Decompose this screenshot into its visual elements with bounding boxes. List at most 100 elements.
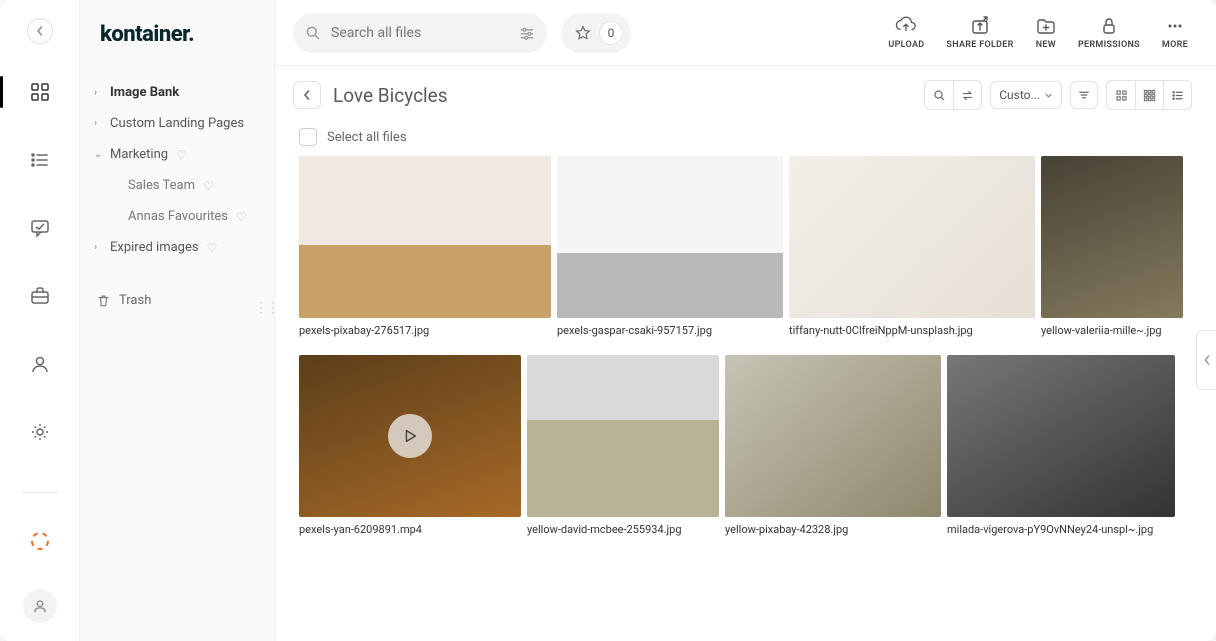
icon-rail — [0, 0, 80, 641]
top-actions: UPLOAD SHARE FOLDER NEW PERMISSIONS MORE — [888, 16, 1188, 50]
filter-icon[interactable] — [519, 25, 535, 41]
select-all-checkbox[interactable] — [299, 128, 317, 146]
custom-dropdown-label: Custo... — [999, 88, 1040, 102]
file-name: pexels-pixabay-276517.jpg — [299, 324, 551, 337]
chevron-icon: › — [94, 87, 104, 98]
share-folder-button[interactable]: SHARE FOLDER — [946, 16, 1013, 50]
grid-row: pexels-yan-6209891.mp4 yellow-david-mcbee… — [299, 355, 1192, 536]
rail-comment-icon[interactable] — [20, 208, 60, 248]
page-title: Love Bicycles — [333, 84, 448, 107]
heart-icon[interactable]: ♡ — [203, 179, 214, 193]
sidebar-resize-handle[interactable]: ⋮⋮ — [254, 300, 278, 316]
file-card[interactable]: yellow-david-mcbee-255934.jpg — [527, 355, 719, 536]
file-card[interactable]: milada-vigerova-pY9OvNNey24-unspl~.jpg — [947, 355, 1175, 536]
collapse-rail-button[interactable] — [27, 18, 53, 44]
file-name: pexels-gaspar-csaki-957157.jpg — [557, 324, 783, 337]
sidebar-item-label: Custom Landing Pages — [110, 116, 244, 131]
file-thumbnail[interactable] — [527, 355, 719, 517]
content-swap-button[interactable] — [953, 81, 981, 109]
file-card[interactable]: yellow-pixabay-42328.jpg — [725, 355, 941, 536]
rail-user-icon[interactable] — [20, 344, 60, 384]
view-grid-large-button[interactable] — [1107, 81, 1135, 109]
file-card[interactable]: yellow-valeriia-mille~.jpg — [1041, 156, 1183, 337]
upload-button[interactable]: UPLOAD — [888, 16, 924, 50]
heart-icon[interactable]: ♡ — [207, 241, 218, 255]
view-grid-small-button[interactable] — [1135, 81, 1163, 109]
file-name: tiffany-nutt-0ClfreiNppM-unsplash.jpg — [789, 324, 1035, 337]
file-thumbnail[interactable] — [299, 355, 521, 517]
trash-label: Trash — [119, 293, 151, 308]
sidebar-item[interactable]: Sales Team♡ — [88, 170, 266, 201]
file-name: yellow-david-mcbee-255934.jpg — [527, 523, 719, 536]
file-card[interactable]: pexels-gaspar-csaki-957157.jpg — [557, 156, 783, 337]
sidebar-item[interactable]: › Custom Landing Pages — [88, 108, 266, 139]
rail-list-icon[interactable] — [20, 140, 60, 180]
heart-icon[interactable]: ♡ — [176, 148, 187, 162]
folder-sidebar: kontainer. › Image Bank › Custom Landing Pa… — [80, 0, 275, 641]
rail-briefcase-icon[interactable] — [20, 276, 60, 316]
star-icon — [575, 25, 591, 41]
rail-profile-icon[interactable] — [23, 589, 57, 623]
new-label: NEW — [1036, 40, 1056, 50]
sidebar-item-label: Marketing — [110, 147, 168, 162]
sidebar-item[interactable]: ⌄ Marketing ♡ — [88, 139, 266, 170]
spacer — [112, 211, 122, 222]
search-compare-group — [924, 80, 982, 110]
favorites-count: 0 — [599, 21, 623, 45]
share-label: SHARE FOLDER — [946, 40, 1013, 50]
sidebar-item[interactable]: › Expired images ♡ — [88, 232, 266, 263]
rail-gear-icon[interactable] — [20, 412, 60, 452]
sidebar-item[interactable]: › Image Bank — [88, 77, 266, 108]
file-name: milada-vigerova-pY9OvNNey24-unspl~.jpg — [947, 523, 1175, 536]
file-thumbnail[interactable] — [725, 355, 941, 517]
file-name: yellow-pixabay-42328.jpg — [725, 523, 941, 536]
favorites-pill[interactable]: 0 — [561, 13, 631, 53]
chevron-icon: › — [94, 118, 104, 129]
file-card[interactable]: tiffany-nutt-0ClfreiNppM-unsplash.jpg — [789, 156, 1035, 337]
sidebar-item-label: Expired images — [110, 240, 199, 255]
file-card[interactable]: pexels-yan-6209891.mp4 — [299, 355, 521, 536]
rail-help-icon[interactable] — [20, 521, 60, 561]
spacer — [112, 180, 122, 191]
more-button[interactable]: MORE — [1162, 16, 1188, 50]
rail-grid-icon[interactable] — [20, 72, 60, 112]
sidebar-item-label: Image Bank — [110, 85, 179, 100]
permissions-button[interactable]: PERMISSIONS — [1078, 16, 1140, 50]
file-card[interactable]: pexels-pixabay-276517.jpg — [299, 156, 551, 337]
custom-dropdown[interactable]: Custo... — [990, 81, 1062, 109]
topbar: 0 UPLOAD SHARE FOLDER NEW PERMISSIONS — [275, 0, 1216, 66]
content-search-button[interactable] — [925, 81, 953, 109]
file-thumbnail[interactable] — [299, 156, 551, 318]
file-name: pexels-yan-6209891.mp4 — [299, 523, 521, 536]
sidebar-item[interactable]: Annas Favourites ♡ — [88, 201, 266, 232]
search-input[interactable] — [331, 25, 509, 41]
file-thumbnail[interactable] — [1041, 156, 1183, 318]
search-box[interactable] — [293, 13, 547, 53]
back-button[interactable] — [293, 81, 321, 109]
brand-logo: kontainer. — [88, 22, 266, 47]
content-header: Love Bicycles Custo... — [275, 66, 1216, 124]
rail-divider — [22, 492, 58, 493]
main-area: 0 UPLOAD SHARE FOLDER NEW PERMISSIONS — [275, 0, 1216, 641]
select-all-row: Select all files — [275, 124, 1216, 156]
heart-icon[interactable]: ♡ — [236, 210, 247, 224]
grid-row: pexels-pixabay-276517.jpg pexels-gaspar-c… — [299, 156, 1192, 337]
file-thumbnail[interactable] — [789, 156, 1035, 318]
chevron-icon: ⌄ — [94, 149, 104, 160]
chevron-icon: › — [94, 242, 104, 253]
file-grid: pexels-pixabay-276517.jpg pexels-gaspar-c… — [275, 156, 1216, 560]
search-icon — [305, 25, 321, 41]
view-mode-group — [1106, 80, 1192, 110]
right-panel-toggle[interactable] — [1196, 330, 1216, 390]
sort-button[interactable] — [1070, 81, 1098, 109]
new-button[interactable]: NEW — [1036, 16, 1056, 50]
view-list-button[interactable] — [1163, 81, 1191, 109]
trash-item[interactable]: Trash — [88, 283, 266, 318]
select-all-label: Select all files — [327, 130, 407, 145]
view-controls: Custo... — [924, 80, 1192, 110]
file-thumbnail[interactable] — [947, 355, 1175, 517]
file-thumbnail[interactable] — [557, 156, 783, 318]
play-icon[interactable] — [388, 414, 432, 458]
sidebar-item-label: Annas Favourites — [128, 209, 228, 224]
permissions-label: PERMISSIONS — [1078, 40, 1140, 50]
